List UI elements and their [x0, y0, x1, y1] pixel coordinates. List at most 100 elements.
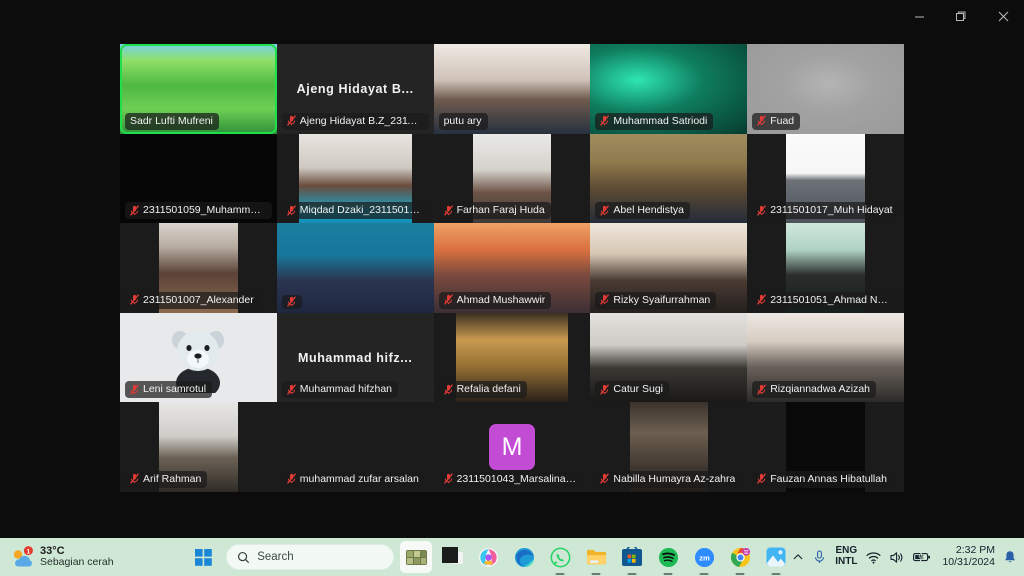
language-line-2: INTL	[835, 556, 858, 567]
system-tray: ENG INTL 2:32 PM 10/31/2024	[792, 544, 1016, 569]
app-running-indicator	[627, 573, 637, 575]
app-running-indicator	[771, 573, 781, 575]
notifications-button[interactable]	[1004, 550, 1016, 564]
taskbar-app-photos[interactable]	[760, 541, 792, 575]
participant-tile[interactable]: Nabilla Humayra Az-zahra	[590, 402, 748, 492]
mic-off-icon	[286, 473, 296, 485]
participant-tile[interactable]: Ajeng Hidayat B... Ajeng Hidayat B.Z_2311…	[276, 44, 434, 134]
participant-tile[interactable]: Abel Hendistya	[590, 133, 748, 224]
mic-off-icon	[130, 294, 139, 306]
participant-tile[interactable]: 2311501017_Muh Hidayat	[747, 133, 904, 224]
volume-button[interactable]	[890, 551, 904, 564]
minimize-button[interactable]	[898, 0, 940, 32]
participant-name-label: muhammad zufar arsalan	[299, 472, 419, 485]
participant-name-label: Muhammad hifzhan	[299, 383, 393, 396]
maximize-button[interactable]	[940, 0, 982, 32]
taskbar-center: Search zm	[186, 540, 792, 575]
taskbar-app-whatsapp[interactable]	[544, 541, 576, 575]
participant-name-chip: 2311501059_Muhammad Sya...	[125, 202, 272, 220]
participant-tile[interactable]: Muhammad Satriodi	[590, 44, 748, 134]
taskbar-app-store[interactable]	[616, 541, 648, 575]
search-placeholder: Search	[257, 551, 294, 563]
participant-name-label: Arif Rahman	[143, 472, 202, 485]
language-indicator[interactable]: ENG INTL	[835, 545, 858, 568]
microsoft-store-icon	[622, 547, 643, 567]
mic-off-icon	[443, 204, 453, 216]
mic-off-icon	[286, 115, 296, 126]
participant-tile[interactable]	[276, 223, 434, 313]
participant-name-chip: Rizqiannadwa Azizah	[752, 381, 876, 399]
participant-name-chip: 2311501051_Ahmad Nurcholi...	[752, 291, 899, 309]
mic-off-icon	[757, 115, 767, 126]
photos-icon	[766, 547, 786, 567]
participant-name-chip: Muhammad hifzhan	[281, 381, 399, 399]
search-box[interactable]: Search	[226, 544, 395, 570]
weather-sun-cloud-icon: 1	[10, 546, 34, 568]
participant-name-chip: Miqdad Dzaki_2311501005	[281, 202, 429, 220]
taskbar-app-edge[interactable]	[508, 541, 540, 573]
battery-button[interactable]	[913, 551, 931, 563]
wifi-icon	[866, 551, 882, 564]
close-button[interactable]	[982, 0, 1024, 32]
participant-name-chip: Ajeng Hidayat B.Z_2311501020	[281, 112, 429, 130]
taskbar-app-zoom[interactable]: zm	[688, 541, 720, 575]
app-running-indicator	[591, 573, 601, 575]
participant-tile[interactable]: Fuad	[747, 44, 904, 134]
participant-tile[interactable]: Rizqiannadwa Azizah	[747, 312, 904, 403]
start-button[interactable]	[186, 540, 220, 574]
participant-tile[interactable]: Refalia defani	[433, 312, 591, 403]
participant-name-label: Abel Hendistya	[613, 204, 685, 217]
participant-tile[interactable]: putu ary	[433, 44, 591, 134]
participant-tile[interactable]: 2311501051_Ahmad Nurcholi...	[747, 223, 904, 313]
mic-off-icon	[757, 473, 767, 485]
mic-off-icon	[757, 204, 767, 216]
participant-tile[interactable]: 2311501007_Alexander	[120, 223, 277, 313]
taskbar-app-copilot[interactable]	[472, 541, 504, 573]
participant-tile[interactable]: Leni samrotul	[120, 312, 277, 403]
participant-tile[interactable]: M2311501043_Marsalina_Teknol...	[433, 402, 591, 492]
mic-off-icon	[286, 295, 296, 307]
search-icon	[238, 551, 250, 563]
weather-widget[interactable]: 1 33°C Sebagian cerah	[10, 545, 186, 569]
participant-tile[interactable]: Muhammad hifz... Muhammad hifzhan	[276, 312, 434, 403]
app-square-icon	[441, 546, 463, 568]
participant-tile[interactable]: Arif Rahman	[120, 402, 277, 492]
microphone-icon	[815, 550, 825, 563]
participant-tile[interactable]: Fauzan Annas Hibatullah	[747, 402, 904, 492]
participant-name-chip: Catur Sugi	[595, 381, 669, 399]
participant-tile[interactable]: muhammad zufar arsalan	[276, 402, 434, 492]
taskbar-app-file-explorer-dark[interactable]	[436, 541, 468, 573]
participant-tile[interactable]: Farhan Faraj Huda	[433, 133, 591, 224]
participant-name-label: Fauzan Annas Hibatullah	[770, 472, 887, 485]
taskbar-app-explorer[interactable]	[580, 541, 612, 575]
window-controls	[898, 0, 1024, 32]
minimize-icon	[914, 16, 924, 17]
participant-name-label: 2311501059_Muhammad Sya...	[143, 204, 266, 217]
spotify-icon	[658, 547, 679, 568]
clock[interactable]: 2:32 PM 10/31/2024	[942, 544, 995, 569]
bell-icon	[1005, 551, 1015, 563]
whatsapp-icon	[550, 547, 571, 568]
participant-tile[interactable]: Miqdad Dzaki_2311501005	[276, 133, 434, 224]
participant-name-label: Ajeng Hidayat B.Z_2311501020	[299, 114, 423, 127]
taskbar-app-zoom-meeting[interactable]	[400, 541, 433, 573]
taskbar-app-spotify[interactable]	[652, 541, 684, 575]
meeting-thumbnail-icon	[405, 549, 427, 565]
app-running-indicator	[735, 573, 745, 575]
show-hidden-icons-button[interactable]	[792, 551, 804, 563]
taskbar-app-chrome[interactable]	[724, 541, 756, 575]
participant-name-chip: Fuad	[752, 112, 801, 130]
participant-tile[interactable]: Catur Sugi	[590, 312, 748, 403]
windows-logo-icon	[194, 548, 212, 566]
mic-off-icon	[757, 294, 767, 306]
participant-tile[interactable]: Rizky Syaifurrahman	[590, 223, 748, 313]
wifi-button[interactable]	[866, 551, 882, 564]
participant-grid: Sadr Lufti Mufreni Ajeng Hidayat B... Ajen…	[120, 44, 904, 492]
weather-badge: 1	[27, 548, 31, 555]
participant-name-chip: Rizky Syaifurrahman	[595, 291, 717, 309]
microphone-button[interactable]	[813, 550, 826, 564]
participant-tile[interactable]: Sadr Lufti Mufreni	[120, 44, 277, 134]
participant-name-label: Catur Sugi	[613, 383, 663, 396]
participant-tile[interactable]: 2311501059_Muhammad Sya...	[120, 133, 277, 224]
participant-tile[interactable]: Ahmad Mushawwir	[433, 223, 591, 313]
